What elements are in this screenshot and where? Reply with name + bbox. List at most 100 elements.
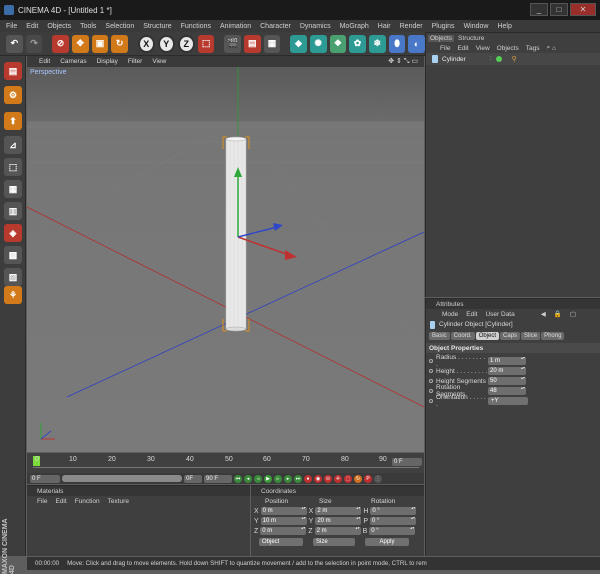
search-icon[interactable]: ⌕ (546, 44, 550, 52)
render-view-icon[interactable]: 🎬 (224, 34, 241, 53)
menu-objects[interactable]: Objects (47, 23, 71, 30)
edge-mode-icon[interactable]: ▦ (4, 180, 22, 198)
z-axis-lock-icon[interactable]: Z (177, 34, 195, 53)
rotation-b-field[interactable]: 0 ° (369, 526, 416, 535)
x-axis-lock-icon[interactable]: X (137, 34, 155, 53)
menu-selection[interactable]: Selection (105, 23, 134, 30)
materials-menu-texture[interactable]: Texture (108, 498, 129, 505)
materials-menu-function[interactable]: Function (75, 498, 100, 505)
position-z-field[interactable]: 0 m (260, 526, 307, 535)
minimize-button[interactable]: _ (530, 3, 548, 16)
position-y-field[interactable]: 10 m (260, 516, 307, 525)
make-editable-icon[interactable]: ▤ (4, 62, 22, 80)
viewport-menu-view[interactable]: View (152, 58, 166, 65)
polygon-mode-icon[interactable]: ▥ (4, 202, 22, 220)
position-key-icon[interactable]: ✛ (334, 474, 342, 483)
menu-mograph[interactable]: MoGraph (340, 23, 369, 30)
size-y-field[interactable]: 20 m (315, 516, 362, 525)
param-key-icon[interactable]: P (364, 474, 372, 483)
play-icon[interactable]: ▶ (264, 474, 272, 483)
menu-render[interactable]: Render (400, 23, 423, 30)
perspective-viewport[interactable]: Perspective (27, 67, 424, 452)
viewport-menu-edit[interactable]: Edit (39, 58, 50, 65)
size-x-field[interactable]: 2 m (315, 506, 362, 515)
render-settings-icon[interactable]: ▦ (263, 34, 281, 53)
materials-menu-file[interactable]: File (37, 498, 47, 505)
start-frame-field[interactable]: 0 F (30, 474, 60, 483)
object-row-cylinder[interactable]: Cylinder : ⚲ (426, 53, 600, 65)
menu-tools[interactable]: Tools (80, 23, 96, 30)
enabled-check-icon[interactable] (495, 56, 502, 62)
timeline-menu-icon[interactable]: ⋮ (374, 474, 382, 483)
menu-edit[interactable]: Edit (26, 23, 38, 30)
prev-frame-icon[interactable]: ◃ (254, 474, 262, 483)
menu-window[interactable]: Window (464, 23, 489, 30)
height-segments-anim-dot-icon[interactable] (429, 379, 433, 383)
attr-tab-slice[interactable]: Slice (521, 331, 541, 340)
live-selection-icon[interactable]: ⊘ (52, 34, 69, 53)
orientation-anim-dot-icon[interactable] (429, 399, 433, 403)
snap-icon[interactable]: ▨ (4, 268, 22, 286)
attr-tab-caps[interactable]: Caps (500, 331, 521, 340)
objects-menu-tags[interactable]: Tags (526, 45, 540, 52)
attr-tab-phong[interactable]: Phong (541, 331, 565, 340)
record-icon[interactable]: ● (304, 474, 312, 483)
prev-key-icon[interactable]: ◂ (244, 474, 252, 483)
height-field[interactable]: 20 m (488, 366, 526, 375)
viewport-menu-display[interactable]: Display (97, 58, 118, 65)
back-arrow-icon[interactable]: ◀ (541, 310, 546, 318)
render-picture-viewer-icon[interactable]: ▤ (243, 34, 261, 53)
scale-tool-icon[interactable]: ▣ (91, 34, 109, 53)
height-anim-dot-icon[interactable] (429, 369, 433, 373)
position-x-field[interactable]: 0 m (260, 506, 307, 515)
object-name[interactable]: Cylinder (442, 56, 486, 63)
rotation-segments-field[interactable]: 48 (488, 386, 526, 395)
range-slider[interactable] (62, 475, 182, 482)
end-frame-field[interactable]: 90 F (204, 474, 232, 483)
move-tool-icon[interactable]: ✥ (71, 34, 89, 53)
cube-primitive-icon[interactable]: ◆ (290, 34, 307, 53)
objects-menu-edit[interactable]: Edit (457, 45, 468, 52)
size-z-field[interactable]: 2 m (314, 526, 361, 535)
materials-menu-edit[interactable]: Edit (55, 498, 66, 505)
coord-size-select[interactable]: Size (313, 538, 355, 546)
menu-hair[interactable]: Hair (378, 23, 391, 30)
menu-structure[interactable]: Structure (143, 23, 171, 30)
attr-tab-coord[interactable]: Coord. (450, 331, 475, 340)
nurbs-icon[interactable]: ❖ (329, 34, 347, 53)
attributes-menu-edit[interactable]: Edit (466, 311, 477, 318)
deformer-icon[interactable]: ❄ (368, 34, 386, 53)
texture-tool-icon[interactable]: ⊿ (4, 136, 22, 154)
rotate-tool-icon[interactable]: ↻ (111, 34, 129, 53)
radius-field[interactable]: 1 m (488, 356, 526, 365)
objects-menu-file[interactable]: File (440, 45, 450, 52)
next-frame-icon[interactable]: ▹ (274, 474, 282, 483)
autokey-icon[interactable]: ◉ (314, 474, 322, 483)
keyframe-selection-icon[interactable]: ⊙ (324, 474, 332, 483)
tab-structure[interactable]: Structure (456, 35, 486, 42)
model-tool-icon[interactable]: ⚙ (4, 86, 22, 104)
apply-button[interactable]: Apply (365, 538, 409, 546)
checker-icon[interactable]: ▩ (4, 246, 22, 264)
lock-icon[interactable]: 🔒 (554, 310, 562, 318)
point-mode-icon[interactable]: ⬚ (4, 158, 22, 176)
sculpt-icon[interactable]: ⚘ (4, 286, 22, 304)
menu-character[interactable]: Character (260, 23, 291, 30)
array-icon[interactable]: ✿ (349, 34, 366, 53)
next-key-icon[interactable]: ▸ (284, 474, 292, 483)
tab-objects[interactable]: Objects (428, 34, 455, 42)
menu-functions[interactable]: Functions (181, 23, 211, 30)
timeline-ruler[interactable]: 0 10 20 30 40 50 60 70 80 90 0 F (27, 453, 424, 473)
attr-tab-object[interactable]: Object (475, 331, 500, 340)
attributes-menu-userdata[interactable]: User Data (485, 311, 514, 318)
goto-end-icon[interactable]: ⏭ (294, 474, 302, 483)
scene-icon[interactable]: ⬮ (388, 34, 406, 53)
goto-start-icon[interactable]: ⏮ (234, 474, 242, 483)
attributes-menu-mode[interactable]: Mode (442, 311, 458, 318)
spline-icon[interactable]: ✺ (309, 34, 327, 53)
objects-menu-view[interactable]: View (476, 45, 490, 52)
menu-animation[interactable]: Animation (220, 23, 251, 30)
phong-tag-icon[interactable]: ⚲ (512, 55, 517, 63)
coord-mode-select[interactable]: Object (259, 538, 303, 546)
menu-plugins[interactable]: Plugins (432, 23, 455, 30)
